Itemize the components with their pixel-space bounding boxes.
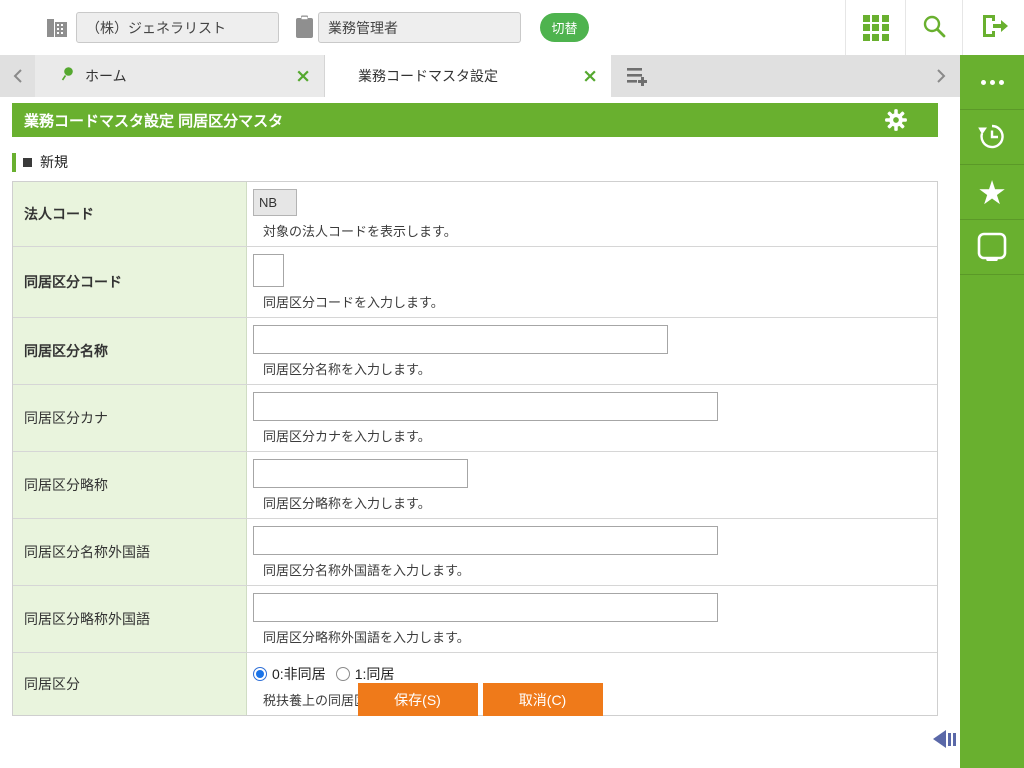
tab-business-code-master[interactable]: 業務コードマスタ設定 × [325,55,611,97]
radio-option-not-living-together[interactable]: 0:非同居 [253,664,326,684]
field-label: 同居区分略称 [13,452,247,518]
cohabit-kana-input[interactable] [253,392,718,421]
field-help: 同居区分カナを入力します。 [263,429,431,444]
chevron-right-icon [937,69,946,83]
tray-button[interactable] [960,220,1024,275]
field-help: 対象の法人コードを表示します。 [263,224,457,239]
history-button[interactable] [960,110,1024,165]
page-title-bar: 業務コードマスタ設定 同居区分マスタ [12,103,938,137]
page-title: 業務コードマスタ設定 同居区分マスタ [24,112,284,130]
company-input[interactable] [76,12,279,43]
gear-icon [885,109,907,131]
section-square-icon [23,157,32,167]
tab-scroll-right-button[interactable] [922,55,960,97]
switch-button[interactable]: 切替 [540,13,589,42]
add-tab-icon [627,68,647,86]
field-label: 同居区分名称 [13,318,247,384]
pin-icon [60,66,74,87]
tab-active-close-button[interactable]: × [582,66,598,86]
form-row-name: 同居区分名称 同居区分名称を入力します。 [13,318,937,385]
radio-label: 1:同居 [354,666,395,682]
favorites-button[interactable]: ★ [960,165,1024,220]
settings-button[interactable] [884,108,908,135]
top-header: 切替 [0,0,1024,55]
form-row-abbr-foreign: 同居区分略称外国語 同居区分略称外国語を入力します。 [13,586,937,653]
field-label: 同居区分略称外国語 [13,586,247,652]
collapse-sidebar-button[interactable] [933,730,956,748]
logout-button[interactable] [962,0,1024,55]
collapse-bar-icon [953,732,956,746]
cohabit-abbr-input[interactable] [253,459,468,488]
cancel-button[interactable]: 取消(C) [482,683,603,716]
field-label: 同居区分カナ [13,385,247,451]
right-sidebar: ★ [960,55,1024,768]
apps-menu-button[interactable] [845,0,905,55]
form-row-code: 同居区分コード 同居区分コードを入力します。 [13,247,937,318]
form-row-abbr: 同居区分略称 同居区分略称を入力します。 [13,452,937,519]
search-button[interactable] [905,0,962,55]
tab-active-label: 業務コードマスタ設定 [358,68,498,84]
chevron-left-icon [13,69,22,83]
radio-unselected-icon[interactable] [335,667,350,681]
cohabit-radio-group: 0:非同居 1:同居 [253,664,937,684]
history-icon [976,120,1008,155]
master-form: 法人コード 対象の法人コードを表示します。 同居区分コード 同居区分コードを入力… [12,181,938,716]
action-buttons: 保存(S) 取消(C) [0,683,960,716]
add-tab-button[interactable] [611,55,663,97]
collapse-bar-icon [948,732,951,746]
tab-home-close-button[interactable]: × [295,66,311,86]
save-button[interactable]: 保存(S) [357,683,478,716]
cohabit-name-foreign-input[interactable] [253,526,718,555]
tab-home-label: ホーム [85,68,127,84]
cohabit-code-input[interactable] [253,254,284,287]
cohabit-abbr-foreign-input[interactable] [253,593,718,622]
cohabit-name-input[interactable] [253,325,668,354]
search-icon [921,13,947,42]
ellipsis-icon [980,79,1004,85]
tabbar-spacer [663,55,922,97]
form-row-kana: 同居区分カナ 同居区分カナを入力します。 [13,385,937,452]
company-icon [46,16,68,45]
collapse-arrow-icon [933,730,946,748]
star-icon: ★ [977,172,1007,212]
field-help: 同居区分名称外国語を入力します。 [263,563,470,578]
grid-icon [862,14,889,41]
role-input[interactable] [318,12,521,43]
role-icon [295,15,314,44]
form-row-name-foreign: 同居区分名称外国語 同居区分名称外国語を入力します。 [13,519,937,586]
form-row-corp-code: 法人コード 対象の法人コードを表示します。 [13,182,937,247]
tab-bar: ホーム × 業務コードマスタ設定 × [0,55,960,97]
section-title: 新規 [40,154,68,170]
tab-scroll-left-button[interactable] [0,55,35,97]
radio-selected-icon[interactable] [253,667,267,681]
more-options-button[interactable] [960,55,1024,110]
field-help: 同居区分略称外国語を入力します。 [263,630,470,645]
field-help: 同居区分名称を入力します。 [263,362,431,377]
section-accent-bar [12,152,16,172]
corp-code-input [253,189,297,216]
radio-label: 0:非同居 [272,666,326,682]
logout-icon [980,13,1008,42]
tray-icon [976,231,1008,264]
tab-home[interactable]: ホーム × [35,55,325,97]
section-header: 新規 [12,152,68,172]
field-help: 同居区分略称を入力します。 [263,496,431,511]
field-label: 法人コード [13,182,247,246]
field-label: 同居区分コード [13,247,247,317]
radio-option-living-together[interactable]: 1:同居 [335,664,395,684]
field-label: 同居区分名称外国語 [13,519,247,585]
field-help: 同居区分コードを入力します。 [263,295,444,310]
